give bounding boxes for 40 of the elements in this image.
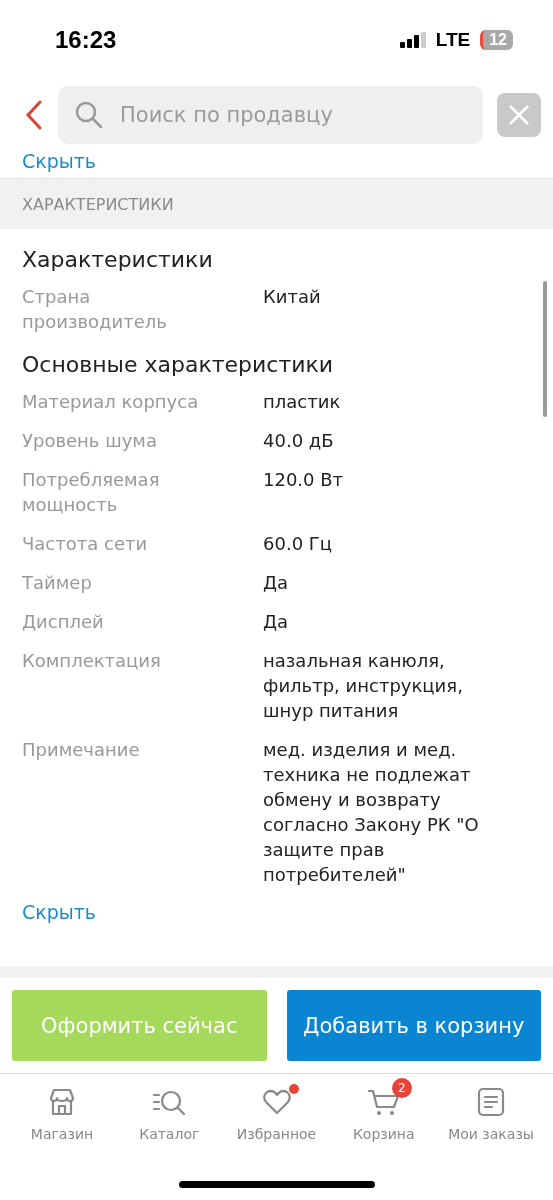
tab-bar-item[interactable]: 2 Корзина: [333, 1076, 434, 1142]
tab-bar-item[interactable]: Магазин: [12, 1076, 112, 1142]
hide-link[interactable]: Скрыть: [22, 150, 97, 172]
tab-bar-item[interactable]: Каталог: [119, 1076, 220, 1142]
battery-level: 12: [480, 30, 513, 50]
count-badge: 2: [391, 1078, 412, 1098]
spec-value: 60.0 Гц: [263, 532, 334, 556]
spec-value: назальная канюля, фильтр, инструкция, шнур питания: [263, 649, 464, 723]
spec-value: мед. изделия и мед. техника не подлежат обмену и возврату согласно Закону РК "О защите прав потребителей": [263, 738, 480, 887]
close-icon: [508, 104, 530, 126]
spec-label: Страна производитель: [22, 285, 168, 334]
status-time: 16:23: [55, 26, 117, 54]
search-icon: [74, 100, 104, 130]
spec-label: Потребляемая мощность: [22, 468, 161, 517]
tab-bar-item[interactable]: Избранное: [226, 1076, 327, 1142]
group-title: Основные характеристики: [22, 352, 335, 377]
search-input[interactable]: Поиск по продавцу: [118, 102, 467, 128]
section-title: ХАРАКТЕРИСТИКИ: [22, 194, 174, 214]
spec-value: 40.0 дБ: [263, 429, 335, 453]
spec-label: Примечание: [22, 738, 141, 762]
spec-value: Китай: [263, 285, 322, 309]
spec-value: Да: [263, 571, 290, 595]
spec-label: Таймер: [22, 571, 93, 595]
action-button[interactable]: Добавить в корзину: [286, 990, 541, 1061]
spec-value: 120.0 Вт: [263, 468, 345, 492]
signal-icon: [399, 32, 426, 48]
back-button[interactable]: [24, 99, 44, 131]
spec-value: Да: [263, 610, 290, 634]
hide-link[interactable]: Скрыть: [22, 901, 97, 923]
spec-label: Дисплей: [22, 610, 105, 634]
network-type: LTE: [435, 29, 471, 51]
spec-label: Материал корпуса: [22, 390, 200, 414]
tab-bar-item[interactable]: Мои заказы: [441, 1076, 541, 1142]
spec-label: Частота сети: [22, 532, 149, 556]
spec-label: Комплектация: [22, 649, 162, 673]
document-icon: [476, 1086, 506, 1118]
search-field[interactable]: Поиск по продавцу: [58, 86, 483, 144]
spec-label: Уровень шума: [22, 429, 158, 453]
group-title: Характеристики: [22, 247, 214, 272]
spec-value: пластик: [263, 390, 342, 414]
